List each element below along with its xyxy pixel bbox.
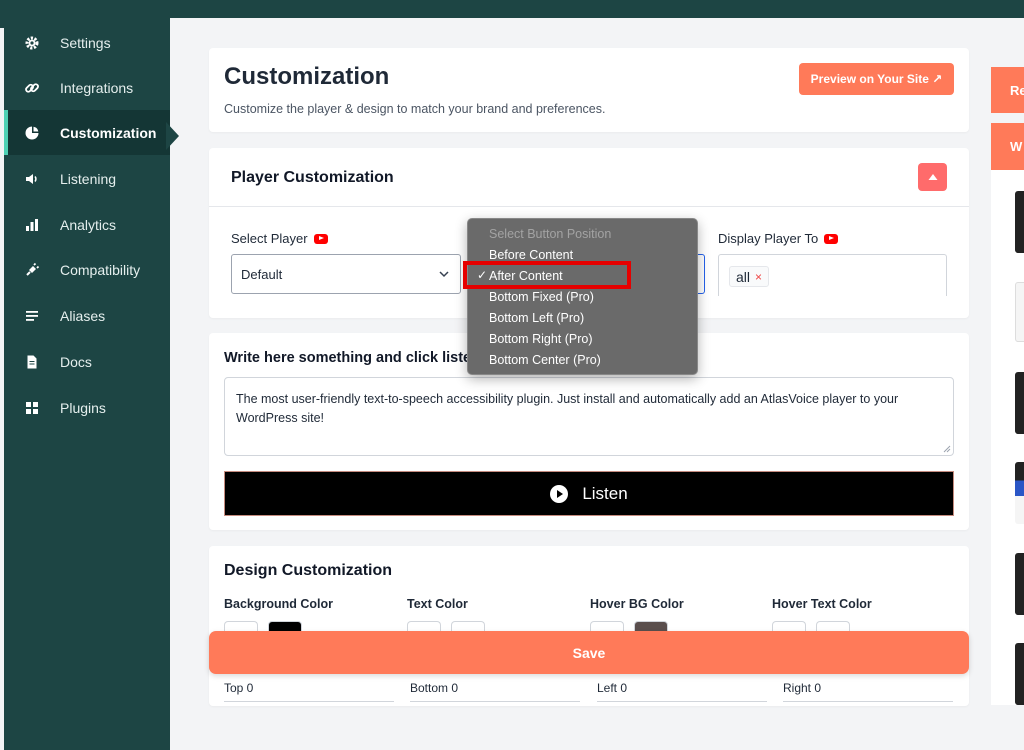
sidebar: Settings Integrations Customization List… xyxy=(4,18,170,750)
right-panel-button[interactable]: Re xyxy=(991,67,1024,113)
section-divider xyxy=(209,206,969,207)
option-bottom-fixed[interactable]: Bottom Fixed (Pro) xyxy=(468,286,699,307)
padding-right-label: Right 0 xyxy=(783,681,822,695)
display-player-label-text: Display Player To xyxy=(718,231,819,246)
display-player-label: Display Player To xyxy=(718,231,839,246)
list-icon xyxy=(4,308,60,324)
play-icon xyxy=(550,484,569,503)
sidebar-item-integrations[interactable]: Integrations xyxy=(4,65,170,110)
grid-icon xyxy=(4,400,60,416)
theme-thumbnail[interactable] xyxy=(1015,372,1024,434)
sidebar-item-label: Integrations xyxy=(60,79,134,96)
palette-icon xyxy=(4,125,60,141)
plug-icon xyxy=(4,262,60,278)
sidebar-item-plugins[interactable]: Plugins xyxy=(4,385,170,430)
sidebar-item-listening[interactable]: Listening xyxy=(4,156,170,201)
theme-thumbnail[interactable] xyxy=(1015,643,1024,705)
sidebar-item-label: Analytics xyxy=(60,216,117,233)
tag-label: all xyxy=(736,268,751,285)
option-bottom-left[interactable]: Bottom Left (Pro) xyxy=(468,307,699,328)
chevron-up-icon xyxy=(928,174,937,180)
sidebar-item-label: Customization xyxy=(60,124,157,141)
listen-label: Listen xyxy=(582,483,628,503)
theme-thumbnail[interactable] xyxy=(1015,282,1024,342)
active-indicator-arrow xyxy=(166,122,179,150)
document-icon xyxy=(4,354,60,370)
preview-text: The most user-friendly text-to-speech ac… xyxy=(236,392,899,425)
hover-bg-color-label: Hover BG Color xyxy=(590,597,684,611)
select-player-label: Select Player xyxy=(231,231,328,246)
link-icon xyxy=(4,80,60,96)
background-color-label: Background Color xyxy=(224,597,334,611)
sidebar-item-label: Listening xyxy=(60,170,117,187)
collapse-button[interactable] xyxy=(918,163,947,191)
section-title-player: Player Customization xyxy=(231,169,394,186)
preview-title: Write here something and click liste xyxy=(224,350,472,366)
save-button[interactable]: Save xyxy=(209,631,969,674)
sidebar-item-docs[interactable]: Docs xyxy=(4,339,170,384)
sidebar-item-label: Plugins xyxy=(60,399,106,416)
padding-bottom-label: Bottom 0 xyxy=(410,681,459,695)
speaker-icon xyxy=(4,171,60,187)
padding-bottom-slider[interactable] xyxy=(410,701,580,705)
top-bar xyxy=(0,0,1024,18)
sidebar-item-analytics[interactable]: Analytics xyxy=(4,202,170,247)
sidebar-item-aliases[interactable]: Aliases xyxy=(4,293,170,338)
theme-thumbnail[interactable] xyxy=(1015,462,1024,524)
option-bottom-center[interactable]: Bottom Center (Pro) xyxy=(468,349,699,370)
select-player-dropdown[interactable]: Default xyxy=(231,254,461,294)
page-title: Customization xyxy=(224,63,390,90)
theme-thumbnail[interactable] xyxy=(1015,191,1024,253)
resize-handle-icon[interactable] xyxy=(943,445,951,453)
sidebar-item-compatibility[interactable]: Compatibility xyxy=(4,247,170,292)
tag-all: all × xyxy=(729,266,770,287)
select-player-label-text: Select Player xyxy=(231,231,308,246)
hover-text-color-label: Hover Text Color xyxy=(772,597,872,611)
bar-chart-icon xyxy=(4,217,60,233)
theme-thumbnail[interactable] xyxy=(1015,553,1024,615)
padding-top-slider[interactable] xyxy=(224,701,394,705)
section-title-design: Design Customization xyxy=(224,562,393,579)
padding-top-label: Top 0 xyxy=(224,681,254,695)
gear-icon xyxy=(4,35,60,51)
sidebar-item-settings[interactable]: Settings xyxy=(4,20,170,65)
sidebar-item-label: Compatibility xyxy=(60,261,141,278)
youtube-icon[interactable] xyxy=(313,233,328,244)
padding-left-slider[interactable] xyxy=(597,701,767,705)
display-player-tag-input[interactable]: all × xyxy=(718,254,947,296)
listen-button[interactable]: Listen xyxy=(224,471,954,516)
padding-left-label: Left 0 xyxy=(597,681,628,695)
sidebar-item-label: Aliases xyxy=(60,307,106,324)
preview-textarea[interactable]: The most user-friendly text-to-speech ac… xyxy=(224,377,954,456)
padding-right-slider[interactable] xyxy=(783,701,953,705)
highlight-annotation xyxy=(463,261,631,289)
youtube-icon[interactable] xyxy=(824,233,839,244)
page-subtitle: Customize the player & design to match y… xyxy=(224,102,606,116)
tag-remove-icon[interactable]: × xyxy=(755,270,762,284)
button-position-options: Select Button Position Before Content ✓ … xyxy=(467,218,698,375)
select-player-value: Default xyxy=(241,266,283,282)
option-bottom-right[interactable]: Bottom Right (Pro) xyxy=(468,328,699,349)
sidebar-item-label: Docs xyxy=(60,353,92,370)
text-color-label: Text Color xyxy=(407,597,468,611)
dropdown-placeholder: Select Button Position xyxy=(489,226,612,241)
chevron-down-icon xyxy=(439,271,449,278)
sidebar-item-customization[interactable]: Customization xyxy=(4,110,170,155)
sidebar-item-label: Settings xyxy=(60,34,111,51)
right-panel-tab[interactable]: W xyxy=(991,123,1024,170)
preview-site-button[interactable]: Preview on Your Site ↗ xyxy=(799,63,954,95)
